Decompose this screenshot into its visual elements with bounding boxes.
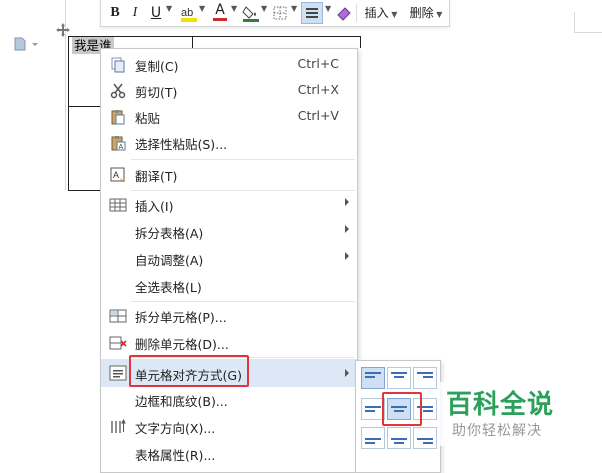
copy-icon bbox=[109, 56, 127, 74]
menu-item-text-direction[interactable]: 文字方向(X)... bbox=[101, 414, 357, 440]
menu-item-label: 边框和底纹(B)... bbox=[135, 394, 228, 409]
menu-item-label: 全选表格(L) bbox=[135, 280, 202, 295]
border-icon[interactable] bbox=[271, 3, 289, 23]
font-color-button[interactable]: A bbox=[211, 3, 229, 23]
menu-item-split-cells[interactable]: 拆分单元格(P)... bbox=[101, 303, 357, 329]
italic-button[interactable]: I bbox=[127, 3, 143, 23]
menu-item-label: 粘贴 bbox=[135, 111, 161, 126]
bold-button[interactable]: B bbox=[107, 3, 123, 23]
translate-icon: A bbox=[109, 166, 127, 184]
text-direction-icon bbox=[109, 418, 127, 436]
split-cells-icon bbox=[109, 307, 127, 325]
menu-item-shortcut: Ctrl+X bbox=[297, 82, 339, 97]
menu-item-split-table[interactable]: 拆分表格(A) bbox=[101, 219, 357, 245]
menu-separator bbox=[131, 301, 355, 302]
align-top-right-button[interactable] bbox=[413, 367, 437, 389]
submenu-arrow-icon bbox=[345, 225, 349, 233]
insert-button[interactable]: 插入 ▼ bbox=[361, 3, 401, 23]
cell-align-icon bbox=[109, 364, 127, 382]
menu-item-label: 选择性粘贴(S)... bbox=[135, 137, 228, 152]
page-corner-right bbox=[574, 32, 602, 33]
table-insert-icon bbox=[109, 196, 127, 214]
chevron-down-icon: ▼ bbox=[433, 10, 443, 19]
submenu-arrow-icon bbox=[345, 198, 349, 206]
paste-icon bbox=[109, 108, 127, 126]
watermark-title: 百科全说 bbox=[446, 390, 555, 420]
paste-special-icon: A bbox=[109, 134, 127, 152]
eraser-icon[interactable] bbox=[335, 3, 353, 23]
menu-item-label: 复制(C) bbox=[135, 59, 179, 74]
menu-item-label: 自动调整(A) bbox=[135, 253, 204, 268]
menu-item-shortcut: Ctrl+C bbox=[297, 56, 339, 71]
svg-text:A: A bbox=[119, 144, 124, 151]
menu-separator bbox=[131, 190, 355, 191]
align-bottom-right-button[interactable] bbox=[413, 427, 437, 449]
delete-label: 删除 bbox=[409, 6, 434, 20]
annotation-box-submenu bbox=[382, 392, 422, 426]
svg-text:ab: ab bbox=[181, 7, 193, 19]
page-edge-right bbox=[574, 12, 575, 32]
menu-item-translate[interactable]: A 翻译(T) bbox=[101, 162, 357, 188]
chevron-down-icon[interactable]: ▼ bbox=[325, 4, 331, 13]
menu-item-borders-shading[interactable]: 边框和底纹(B)... bbox=[101, 387, 357, 413]
menu-item-copy[interactable]: 复制(C) Ctrl+C bbox=[101, 52, 357, 78]
menu-item-select-table[interactable]: 全选表格(L) bbox=[101, 273, 357, 299]
menu-item-auto-adjust[interactable]: 自动调整(A) bbox=[101, 246, 357, 272]
table-border-left bbox=[68, 36, 69, 191]
menu-item-table-properties[interactable]: 表格属性(R)... bbox=[101, 441, 357, 467]
menu-item-label: 拆分表格(A) bbox=[135, 226, 204, 241]
chevron-down-icon[interactable]: ▼ bbox=[166, 4, 172, 13]
menu-item-label: 翻译(T) bbox=[135, 169, 178, 184]
watermark-subtitle: 助你轻松解决 bbox=[452, 423, 542, 439]
cut-icon bbox=[109, 82, 127, 100]
delete-cells-icon bbox=[109, 334, 127, 352]
menu-item-paste-special[interactable]: A 选择性粘贴(S)... bbox=[101, 130, 357, 156]
menu-item-insert[interactable]: 插入(I) bbox=[101, 192, 357, 218]
menu-item-label: 插入(I) bbox=[135, 199, 174, 214]
highlight-icon[interactable]: ab bbox=[179, 3, 199, 23]
underline-button[interactable]: U bbox=[148, 3, 164, 23]
align-bottom-left-button[interactable] bbox=[361, 427, 385, 449]
align-bottom-center-button[interactable] bbox=[387, 427, 411, 449]
align-icon[interactable] bbox=[301, 2, 323, 24]
font-color-bar bbox=[213, 18, 227, 21]
menu-item-label: 表格属性(R)... bbox=[135, 448, 216, 463]
chevron-down-icon: ▼ bbox=[388, 10, 398, 19]
svg-text:A: A bbox=[113, 170, 119, 180]
submenu-arrow-icon bbox=[345, 252, 349, 260]
insert-label: 插入 bbox=[364, 6, 389, 20]
menu-item-shortcut: Ctrl+V bbox=[297, 108, 339, 123]
menu-item-label: 文字方向(X)... bbox=[135, 421, 216, 436]
table-border-bottom bbox=[68, 190, 101, 191]
fill-color-icon[interactable] bbox=[241, 3, 261, 23]
font-color-letter: A bbox=[215, 2, 225, 18]
menu-item-label: 删除单元格(D)... bbox=[135, 337, 229, 352]
annotation-box-menu bbox=[129, 355, 249, 387]
table-col-line bbox=[192, 36, 193, 48]
chevron-down-icon[interactable]: ▼ bbox=[199, 4, 205, 13]
delete-button[interactable]: 删除 ▼ bbox=[405, 3, 447, 23]
menu-separator bbox=[131, 159, 355, 160]
mini-toolbar: B I U ▼ ab ▼ A ▼ ▼ ▼ ▼ 插入 ▼ 删除 ▼ bbox=[100, 0, 450, 27]
menu-item-cut[interactable]: 剪切(T) Ctrl+X bbox=[101, 78, 357, 104]
chevron-down-icon[interactable]: ▼ bbox=[291, 4, 297, 13]
menu-item-label: 拆分单元格(P)... bbox=[135, 310, 227, 325]
menu-item-paste[interactable]: 粘贴 Ctrl+V bbox=[101, 104, 357, 130]
align-top-center-button[interactable] bbox=[387, 367, 411, 389]
submenu-arrow-icon bbox=[345, 369, 349, 377]
context-menu: 复制(C) Ctrl+C 剪切(T) Ctrl+X 粘贴 Ctrl+V A 选择… bbox=[100, 48, 358, 473]
menu-item-delete-cells[interactable]: 删除单元格(D)... bbox=[101, 330, 357, 356]
chevron-down-icon[interactable]: ▼ bbox=[261, 4, 267, 13]
toolbar-divider bbox=[356, 4, 357, 22]
watermark: 百科全说 助你轻松解决 bbox=[440, 382, 590, 446]
document-icon[interactable] bbox=[14, 36, 40, 51]
chevron-down-icon[interactable]: ▼ bbox=[231, 4, 237, 13]
menu-item-label: 剪切(T) bbox=[135, 85, 178, 100]
table-row-line bbox=[68, 106, 101, 107]
table-border-right bbox=[360, 36, 361, 48]
align-top-left-button[interactable] bbox=[361, 367, 385, 389]
